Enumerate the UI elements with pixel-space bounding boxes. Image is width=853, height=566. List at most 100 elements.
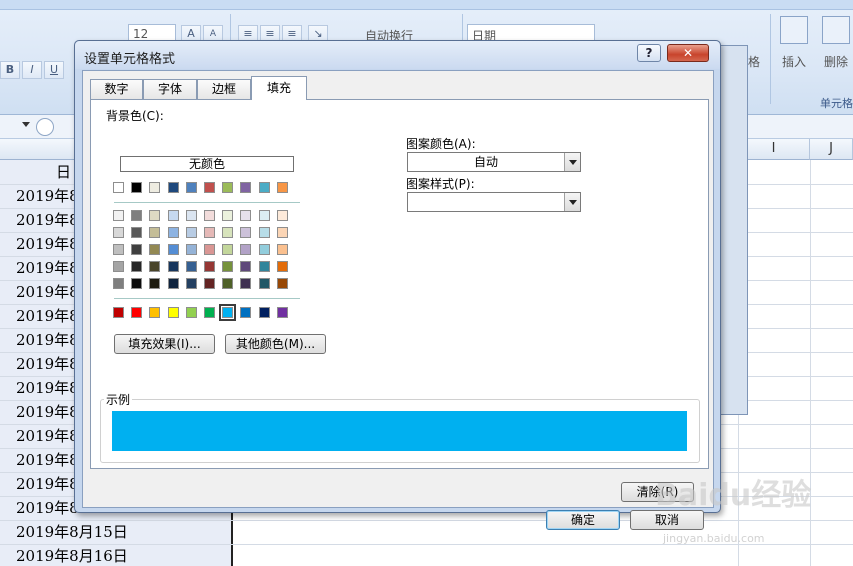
tint-color-swatch[interactable] [185,227,197,238]
tint-color-swatch[interactable] [185,278,197,289]
tint-color-swatch[interactable] [113,210,124,221]
tint-color-swatch[interactable] [131,278,143,289]
dialog-titlebar[interactable]: 设置单元格格式 ? ✕ [75,41,720,69]
theme-color-swatch[interactable] [131,182,143,193]
tint-color-swatch[interactable] [222,227,234,238]
tint-color-swatch[interactable] [204,278,215,289]
tint-color-swatch[interactable] [240,227,252,238]
tint-color-swatch[interactable] [185,210,197,221]
standard-color-swatch[interactable] [204,307,215,318]
tint-color-swatch[interactable] [131,261,143,272]
chevron-down-icon[interactable] [564,193,580,211]
palette-divider [114,298,300,299]
tint-color-swatch[interactable] [222,278,234,289]
standard-color-swatch[interactable] [131,307,143,318]
tint-color-swatch[interactable] [276,210,288,221]
italic-button[interactable]: I [22,61,42,79]
column-header-i[interactable]: I [738,139,810,160]
tint-color-swatch[interactable] [222,244,234,255]
format-cells-dialog: 设置单元格格式 ? ✕ 数字 字体 边框 填充 背景色(C): 无颜色 填充效果… [74,40,721,530]
tint-color-swatch[interactable] [167,261,179,272]
pattern-color-dropdown[interactable]: 自动 [407,152,581,172]
theme-color-swatch[interactable] [240,182,252,193]
function-icon[interactable] [36,118,54,136]
tint-color-swatch[interactable] [240,244,252,255]
tint-color-swatch[interactable] [149,244,161,255]
underline-button[interactable]: U [44,61,64,79]
tint-color-swatch[interactable] [149,210,161,221]
theme-color-swatch[interactable] [276,182,288,193]
standard-color-swatch[interactable] [258,307,270,318]
tint-color-swatch[interactable] [258,244,270,255]
standard-color-swatch[interactable] [185,307,197,318]
tint-color-swatch[interactable] [258,278,270,289]
tint-color-swatch[interactable] [240,261,252,272]
insert-icon [780,16,808,44]
tint-color-swatch[interactable] [276,227,288,238]
tab-border[interactable]: 边框 [197,79,251,99]
standard-color-swatch[interactable] [240,307,252,318]
tint-color-swatch[interactable] [185,244,197,255]
ok-button[interactable]: 确定 [546,510,620,530]
theme-color-swatch[interactable] [167,182,179,193]
tab-fill[interactable]: 填充 [251,76,307,100]
tint-color-swatch[interactable] [131,227,143,238]
tint-color-swatch[interactable] [276,244,288,255]
standard-color-swatch[interactable] [167,307,179,318]
standard-color-swatch[interactable] [113,307,124,318]
delete-button[interactable]: 删除 [824,53,848,70]
theme-color-swatch[interactable] [222,182,234,193]
standard-color-swatch[interactable] [276,307,288,318]
tint-color-swatch[interactable] [131,210,143,221]
tint-color-swatch[interactable] [167,227,179,238]
tint-color-swatch[interactable] [167,210,179,221]
tint-color-swatch[interactable] [167,244,179,255]
tint-color-swatch[interactable] [113,227,124,238]
standard-color-swatch[interactable] [149,307,161,318]
tint-color-swatch[interactable] [204,210,215,221]
tint-color-swatch[interactable] [204,244,215,255]
tint-color-swatch[interactable] [258,227,270,238]
column-header-j[interactable]: J [810,139,853,160]
chevron-down-icon[interactable] [564,153,580,171]
tint-color-swatch[interactable] [204,227,215,238]
fill-effects-button[interactable]: 填充效果(I)... [114,334,215,354]
tint-color-swatch[interactable] [222,261,234,272]
tint-color-swatch[interactable] [240,278,252,289]
theme-color-swatch[interactable] [185,182,197,193]
insert-button[interactable]: 插入 [782,53,806,70]
tint-color-swatch[interactable] [185,261,197,272]
tint-color-swatch[interactable] [149,278,161,289]
date-cell[interactable]: 2019年8月15日 [16,520,236,544]
theme-color-swatch[interactable] [258,182,270,193]
tint-color-swatch[interactable] [222,210,234,221]
tab-number[interactable]: 数字 [90,79,143,99]
pattern-style-dropdown[interactable] [407,192,581,212]
date-cell[interactable]: 2019年8月16日 [16,544,236,566]
tint-color-swatch[interactable] [113,278,124,289]
tint-color-swatch[interactable] [258,261,270,272]
tint-color-swatch[interactable] [276,278,288,289]
tint-color-swatch[interactable] [276,261,288,272]
tint-color-swatch[interactable] [240,210,252,221]
theme-color-swatch[interactable] [113,182,124,193]
standard-color-swatch[interactable] [219,304,237,321]
name-box-dropdown-icon[interactable] [22,122,30,127]
bold-button[interactable]: B [0,61,20,79]
tint-color-swatch[interactable] [113,261,124,272]
tint-color-swatch[interactable] [204,261,215,272]
tint-color-swatch[interactable] [167,278,179,289]
close-button[interactable]: ✕ [667,44,709,62]
tint-color-swatch[interactable] [113,244,124,255]
tab-font[interactable]: 字体 [143,79,197,99]
tint-color-swatch[interactable] [149,261,161,272]
no-color-button[interactable]: 无颜色 [120,156,294,172]
tint-color-swatch[interactable] [131,244,143,255]
help-button[interactable]: ? [637,44,661,62]
tint-color-swatch[interactable] [258,210,270,221]
baidu-watermark-url: jingyan.baidu.com [663,532,765,545]
more-colors-button[interactable]: 其他颜色(M)... [225,334,326,354]
theme-color-swatch[interactable] [149,182,161,193]
theme-color-swatch[interactable] [204,182,215,193]
tint-color-swatch[interactable] [149,227,161,238]
